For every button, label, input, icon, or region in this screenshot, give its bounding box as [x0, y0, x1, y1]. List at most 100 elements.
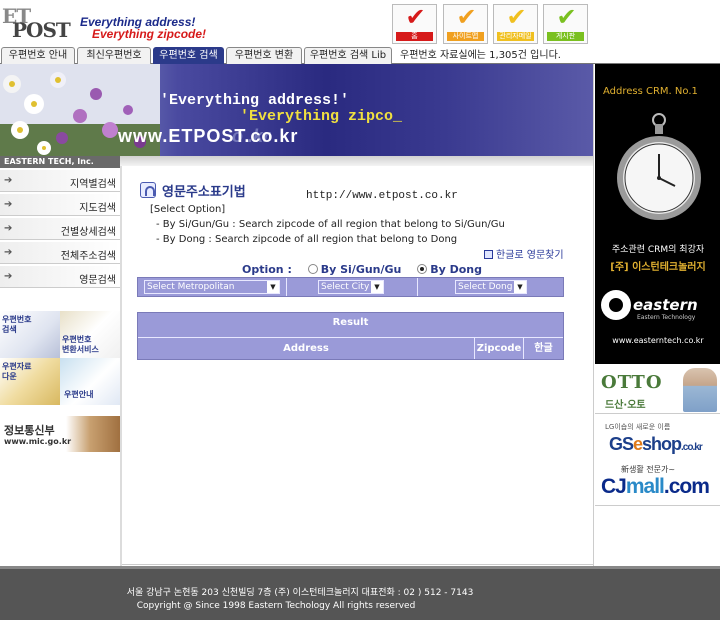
cj-tagline: 新생활 전문가~: [621, 465, 676, 474]
sidebar-item-label: 건별상세검색: [60, 227, 116, 238]
ad-column: Address CRM. No.1 주소관련 CRM의 최강자 [주] 이스턴테…: [593, 64, 720, 620]
gs-eshop-banner[interactable]: LG이숍의 새로운 이름 GSeshop.co.kr: [595, 416, 720, 462]
tab-latest-zipcode[interactable]: 최신우편번호: [77, 47, 151, 64]
radio-by-dong[interactable]: [417, 264, 428, 274]
admin-mail-label: 관리자메일: [497, 32, 534, 41]
radio-by-sigungu-label: By Si/Gun/Gu: [320, 263, 402, 276]
chevron-down-icon: ▼: [514, 281, 526, 293]
check-icon: ✔: [456, 3, 477, 31]
banner-postal-guide[interactable]: 우편안내: [60, 358, 120, 405]
banner-label: 우편자료 다운: [2, 362, 32, 381]
option-description: - By Dong : Search zipcode of all region…: [156, 234, 458, 245]
select-dong-value: Select Dong: [458, 282, 513, 292]
content-top-strip: [120, 156, 593, 166]
logo-post: POST: [12, 18, 71, 42]
main-nav: 우편번호 안내 최신우편번호 우편번호 검색 우편번호 변환 우편번호 검색 L…: [0, 47, 720, 64]
sitemap-label: 사이트맵: [447, 32, 484, 41]
hero-line2: 'Everything zipco_: [240, 108, 403, 125]
korean-search-link-label: 한글로 영문찾기: [496, 250, 564, 261]
banner-zipcode-convert[interactable]: 우편번호 변환서비스: [60, 311, 120, 358]
hero-banner: 'Everything address!' 'Everything zipco_…: [0, 64, 593, 156]
tab-zipcode-convert[interactable]: 우편번호 변환: [226, 47, 302, 64]
slogan-line2: Everything zipcode!: [92, 27, 207, 41]
select-city[interactable]: Select City ▼: [318, 280, 384, 294]
eastern-logo-icon: [601, 290, 631, 320]
banner-label: 우편안내: [64, 390, 94, 399]
footer: 서울 강남구 논현동 203 신천빌딩 7층 (주) 이스턴테크놀러지 대표전화…: [0, 566, 720, 620]
eastern-subtitle: Eastern Technology: [637, 314, 696, 321]
sidebar-item-region-search[interactable]: ➔ 지역별검색: [0, 170, 120, 192]
radio-by-dong-label: By Dong: [430, 263, 483, 276]
tab-zipcode-search[interactable]: 우편번호 검색: [153, 47, 224, 64]
check-icon: ✔: [556, 3, 577, 31]
select-divider: [286, 278, 287, 296]
cjmall-logo: CJmall.com: [601, 475, 710, 499]
select-option-title: [Select Option]: [150, 204, 226, 215]
home-button[interactable]: ✔ 홈: [392, 3, 437, 44]
select-city-value: Select City: [321, 282, 370, 292]
page-title: 영문주소표기법: [162, 185, 246, 200]
column-korean: 한글: [524, 337, 563, 359]
etpost-logo[interactable]: ET POST: [2, 4, 76, 42]
archive-count-text: 우편번호 자료실에는 1,305건 입니다.: [400, 50, 561, 61]
board-label: 게시판: [547, 32, 584, 41]
gs-e: e: [633, 434, 643, 454]
tab-zipcode-guide[interactable]: 우편번호 안내: [1, 47, 75, 64]
radio-by-sigungu[interactable]: [307, 264, 318, 274]
arrow-right-icon: ➔: [4, 271, 13, 282]
select-bar: Select Metropolitan ▼ Select City ▼ Sele…: [137, 277, 564, 297]
option-description: - By Si/Gun/Gu : Search zipcode of all r…: [156, 219, 505, 230]
crm-title: Address CRM. No.1: [603, 86, 698, 97]
cj-mall: mall: [625, 475, 665, 498]
arrow-right-icon: ➔: [4, 175, 13, 186]
eastern-brand: eastern Eastern Technology www.easternte…: [601, 284, 715, 345]
sidebar-item-detail-search[interactable]: ➔ 건별상세검색: [0, 218, 120, 240]
otto-banner[interactable]: OTTO 드산·오토: [595, 366, 720, 414]
option-label: Option :: [242, 263, 292, 276]
gs-tagline: LG이숍의 새로운 이름: [605, 423, 671, 431]
sidebar-item-label: 영문검색: [79, 275, 116, 286]
hero-line1: 'Everything address!': [160, 92, 350, 109]
chevron-down-icon: ▼: [267, 281, 279, 293]
banner-zipcode-search[interactable]: 우편번호 검색: [0, 311, 60, 358]
service-banners: 우편번호 검색 우편번호 변환서비스 우편자료 다운 우편안내: [0, 311, 120, 405]
select-metropolitan[interactable]: Select Metropolitan ▼: [144, 280, 280, 294]
lock-icon: [140, 182, 156, 198]
sidebar-item-map-search[interactable]: ➔ 지도검색: [0, 194, 120, 216]
eastern-crm-banner[interactable]: Address CRM. No.1 주소관련 CRM의 최강자 [주] 이스턴테…: [595, 64, 720, 364]
sidebar-item-english-search[interactable]: ➔ 영문검색: [0, 266, 120, 288]
select-metropolitan-value: Select Metropolitan: [147, 282, 235, 292]
pocket-watch-icon: [617, 113, 701, 220]
banner-zipcode-download[interactable]: 우편자료 다운: [0, 358, 60, 405]
sitemap-button[interactable]: ✔ 사이트맵: [443, 3, 488, 44]
cj-main: CJ: [601, 475, 627, 498]
otto-subtitle: 드산·오토: [605, 400, 646, 411]
mic-banner[interactable]: 정보통신부 www.mic.go.kr: [0, 416, 120, 452]
eastern-name: eastern: [633, 296, 698, 314]
sidebar-item-full-address-search[interactable]: ➔ 전체주소검색: [0, 242, 120, 264]
gs-domain: .co.kr: [681, 442, 703, 453]
arrow-right-icon: ➔: [4, 247, 13, 258]
cjmall-banner[interactable]: 新생활 전문가~ CJmall.com: [595, 462, 720, 506]
crm-company: [주] 이스턴테크놀러지: [610, 262, 706, 273]
column-zipcode: Zipcode: [475, 337, 523, 359]
sidebar-item-label: 전체주소검색: [60, 251, 116, 262]
tab-zipcode-lib[interactable]: 우편번호 검색 Lib: [304, 47, 392, 64]
hero-url: www.ETPOST.co.kr: [118, 126, 299, 146]
link-icon: [484, 250, 493, 259]
arrow-right-icon: ➔: [4, 199, 13, 210]
select-dong[interactable]: Select Dong ▼: [455, 280, 527, 294]
board-button[interactable]: ✔ 게시판: [543, 3, 588, 44]
mic-url: www.mic.go.kr: [4, 437, 72, 446]
quick-links: ✔ 홈 ✔ 사이트맵 ✔ 관리자메일 ✔ 게시판: [392, 3, 592, 44]
korean-search-link[interactable]: 한글로 영문찾기: [484, 246, 564, 261]
mic-title: 정보통신부: [4, 424, 55, 437]
gs-shop: shop: [642, 434, 682, 454]
eastern-url: www.easterntech.co.kr: [612, 336, 704, 345]
footer-address: 서울 강남구 논현동 203 신천빌딩 7층 (주) 이스턴테크놀러지 대표전화…: [126, 588, 474, 598]
column-address: Address: [138, 337, 474, 359]
chevron-down-icon: ▼: [371, 281, 383, 293]
admin-mail-button[interactable]: ✔ 관리자메일: [493, 3, 538, 44]
arrow-right-icon: ➔: [4, 223, 13, 234]
result-table: Result Address Zipcode 한글: [137, 312, 564, 360]
